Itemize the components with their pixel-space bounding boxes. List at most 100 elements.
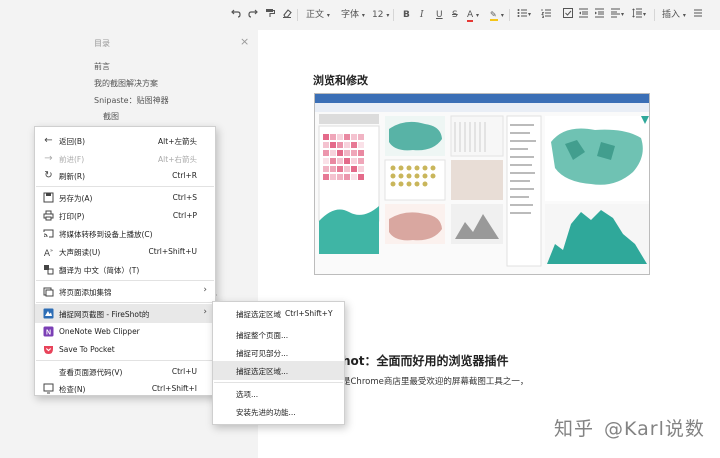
insert-menu-button[interactable]: 插入 ▾ [662, 8, 686, 22]
outline-item[interactable]: 前言 [94, 61, 110, 72]
body-paragraph: 是Chrome商店里最受欢迎的屏幕截图工具之一， [342, 377, 529, 387]
menu-item-label: 返回(B) [59, 137, 85, 146]
outline-title: 目录 [94, 39, 110, 48]
indent-right-icon[interactable] [594, 8, 605, 22]
menu-item-back[interactable]: ← 返回(B) Alt+左箭头 [35, 131, 215, 150]
menu-item-fireshot[interactable]: 捕捉网页截图 - FireShot的 › [35, 304, 215, 323]
menu-divider [214, 382, 343, 383]
menu-item-save-as[interactable]: 另存为(A) Ctrl+S [35, 188, 215, 207]
italic-button[interactable]: I [420, 8, 424, 22]
highlight-icon: ✎ [490, 10, 498, 21]
indent-left-icon[interactable] [578, 8, 589, 22]
menu-item-shortcut: Ctrl+P [172, 211, 197, 220]
toolbar-divider [393, 9, 394, 21]
submenu-item-capture-selection[interactable]: 捕捉选定区域... [213, 361, 344, 380]
line-spacing-icon[interactable] [632, 8, 643, 22]
menu-item-add-to-collections[interactable]: 将页面添加集锦 › [35, 282, 215, 301]
chevron-right-icon: › [203, 307, 207, 317]
toolbar-divider [509, 9, 510, 21]
submenu-item-capture-selection-shortcut[interactable]: 捕捉选定区域 Ctrl+Shift+Y [213, 304, 344, 323]
menu-item-cast[interactable]: 将媒体转移到设备上播放(C) [35, 224, 215, 243]
align-icon[interactable] [610, 8, 621, 22]
more-icon[interactable] [693, 8, 703, 22]
embedded-screenshot-image[interactable] [314, 93, 650, 275]
outline-item[interactable]: Snipaste：贴图神器 [94, 95, 169, 106]
chevron-down-icon[interactable]: ▾ [621, 8, 624, 22]
menu-divider [36, 280, 214, 281]
menu-item-label: 前进(F) [59, 155, 85, 164]
submenu-item-capture-entire-page[interactable]: 捕捉整个页面... [213, 325, 344, 344]
bulleted-list-icon[interactable] [517, 8, 528, 22]
pocket-icon [43, 344, 54, 355]
checklist-icon[interactable] [563, 8, 574, 22]
paragraph-style-select[interactable]: 正文 ▾ [306, 8, 330, 22]
chevron-down-icon: ▾ [476, 12, 480, 19]
menu-item-label: 查看页面源代码(V) [59, 368, 123, 377]
section-heading-2: hot：全面而好用的浏览器插件 [342, 354, 509, 368]
menu-item-shortcut: Ctrl+S [172, 193, 197, 202]
fireshot-icon [43, 308, 54, 319]
menu-item-shortcut: Alt+左箭头 [158, 137, 197, 146]
menu-item-pocket[interactable]: Save To Pocket [35, 340, 215, 359]
chevron-down-icon: ▾ [500, 12, 504, 19]
menu-item-translate[interactable]: 翻译为 中文（简体）(T) [35, 260, 215, 279]
strikethrough-button[interactable]: S [452, 8, 458, 22]
font-size-value: 12 [372, 10, 384, 20]
svg-text:N: N [46, 329, 51, 336]
watermark-user: @Karl说数 [604, 418, 705, 440]
submenu-item-label: 安装先进的功能... [236, 408, 296, 417]
forward-arrow-icon: → [44, 153, 53, 164]
numbered-list-icon[interactable] [541, 8, 552, 22]
watermark: 知乎 @Karl说数 [554, 414, 705, 441]
bold-button[interactable]: B [403, 8, 410, 22]
back-arrow-icon: ← [44, 135, 53, 146]
font-size-select[interactable]: 12 ▾ [372, 8, 389, 22]
menu-item-inspect[interactable]: 检查(N) Ctrl+Shift+I [35, 379, 215, 398]
outline-item[interactable]: 我的截图解决方案 [94, 78, 158, 89]
toolbar-divider [654, 9, 655, 21]
cast-icon [43, 228, 54, 239]
menu-item-label: 将页面添加集锦 [59, 288, 112, 297]
eraser-icon[interactable] [282, 8, 292, 22]
menu-item-label: 另存为(A) [59, 194, 93, 203]
undo-icon[interactable] [231, 8, 241, 22]
inspect-icon [43, 383, 54, 394]
outline-item[interactable]: 截图 [103, 111, 119, 122]
font-color-button[interactable]: A ▾ [467, 8, 479, 22]
submenu-item-install-advanced[interactable]: 安装先进的功能... [213, 402, 344, 421]
font-color-letter: A [467, 10, 474, 22]
watermark-brand: 知乎 [554, 418, 595, 440]
fireshot-submenu: 捕捉选定区域 Ctrl+Shift+Y 捕捉整个页面... 捕捉可见部分... … [212, 301, 345, 425]
menu-item-refresh[interactable]: ↻ 刷新(R) Ctrl+R [35, 166, 215, 185]
submenu-item-label: 捕捉选定区域... [236, 367, 289, 376]
menu-item-label: 刷新(R) [59, 172, 86, 181]
menu-item-label: 检查(N) [59, 385, 86, 394]
menu-item-label: OneNote Web Clipper [59, 327, 140, 336]
chevron-down-icon: ▾ [682, 12, 686, 19]
menu-item-shortcut: Ctrl+Shift+I [151, 384, 197, 393]
menu-item-shortcut: Ctrl+R [172, 171, 197, 180]
submenu-item-label: 捕捉整个页面... [236, 331, 289, 340]
save-as-icon [43, 192, 54, 203]
menu-item-read-aloud[interactable]: A» 大声朗读(U) Ctrl+Shift+U [35, 242, 215, 261]
submenu-item-capture-visible[interactable]: 捕捉可见部分... [213, 343, 344, 362]
format-painter-icon[interactable] [265, 8, 275, 22]
underline-button[interactable]: U [436, 8, 443, 22]
chevron-down-icon[interactable]: ▾ [643, 8, 646, 22]
chevron-down-icon: ▾ [326, 12, 330, 19]
chevron-right-icon: › [203, 285, 207, 295]
menu-item-label: 将媒体转移到设备上播放(C) [59, 230, 153, 239]
close-icon[interactable]: × [240, 35, 249, 48]
menu-item-shortcut: Ctrl+U [171, 367, 197, 376]
menu-item-print[interactable]: 打印(P) Ctrl+P [35, 206, 215, 225]
context-menu: ← 返回(B) Alt+左箭头 → 前进(F) Alt+右箭头 ↻ 刷新(R) … [34, 126, 216, 396]
submenu-item-label: 捕捉可见部分... [236, 349, 289, 358]
chevron-down-icon[interactable]: ▾ [528, 8, 531, 22]
toolbar-divider [297, 9, 298, 21]
redo-icon[interactable] [248, 8, 258, 22]
submenu-item-options[interactable]: 选项... [213, 384, 344, 403]
highlight-color-button[interactable]: ✎ ▾ [490, 8, 504, 22]
menu-item-onenote[interactable]: N OneNote Web Clipper [35, 322, 215, 341]
font-family-select[interactable]: 字体 ▾ [341, 8, 365, 22]
screenshot-thumbnail [315, 94, 649, 274]
